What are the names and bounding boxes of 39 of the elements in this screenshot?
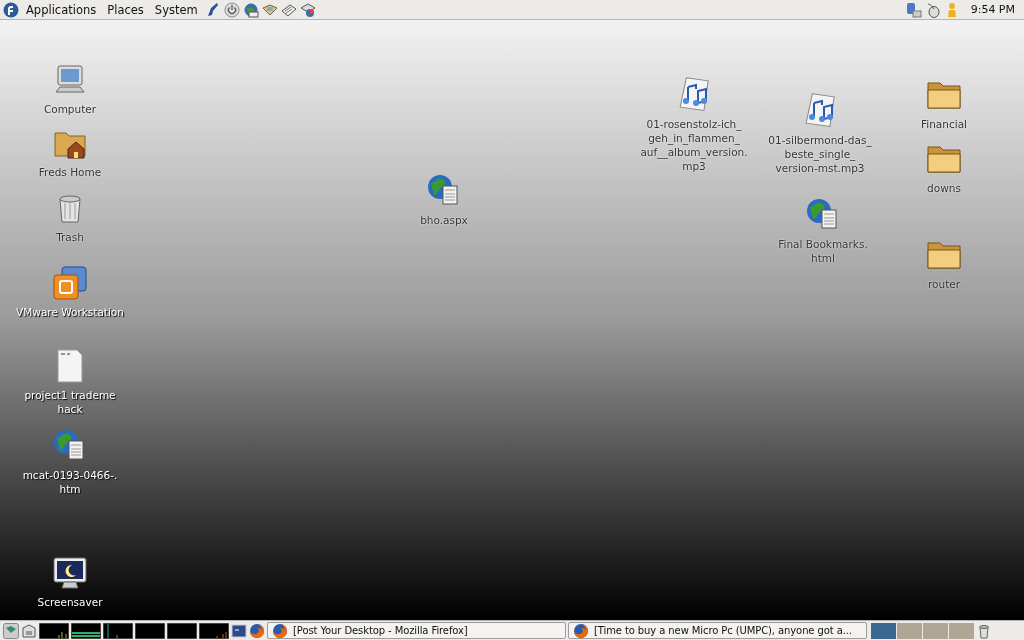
overlapping-squares-icon[interactable]	[52, 265, 88, 301]
trash-icon[interactable]	[976, 622, 992, 639]
icon-label[interactable]: 01-silbermond-das_ beste_single_ version-mst.mp3	[768, 133, 872, 175]
icon-label[interactable]: Screensaver	[37, 595, 103, 609]
system-monitor-graph[interactable]	[71, 622, 101, 639]
icon-label[interactable]: Computer	[43, 102, 97, 116]
power-icon[interactable]	[223, 1, 240, 18]
system-monitor-graph[interactable]	[39, 622, 69, 639]
system-monitor-graph[interactable]	[199, 622, 229, 639]
firefox-icon	[573, 622, 589, 639]
icon-label[interactable]: bho.aspx	[420, 213, 468, 227]
workspace[interactable]	[871, 622, 896, 639]
icon-label[interactable]: Final Bookmarks. html	[778, 237, 868, 265]
logo-icon[interactable]	[3, 1, 19, 18]
icon-label[interactable]: Freds Home	[38, 165, 102, 179]
system-monitor-graph[interactable]	[103, 622, 133, 639]
icon-label[interactable]: mcat-0193-0466-. htm	[22, 468, 118, 496]
taskbar-button[interactable]: [Post Your Desktop - Mozilla Firefox]	[267, 622, 566, 639]
music-file-icon[interactable]	[802, 93, 838, 129]
firefox-icon[interactable]	[249, 622, 265, 639]
menu-item[interactable]: Applications	[22, 2, 101, 17]
globe-icon[interactable]	[242, 1, 259, 18]
icon-label[interactable]: router	[927, 277, 961, 291]
music-file-icon[interactable]	[676, 77, 712, 113]
show-desktop-icon[interactable]	[3, 622, 19, 639]
system-monitor-graph[interactable]	[167, 622, 197, 639]
firefox-icon	[272, 622, 288, 639]
terminal-icon[interactable]	[231, 622, 247, 639]
taskbar-button[interactable]: [Time to buy a new Micro Pc (UMPC), anyone got a...	[568, 622, 867, 639]
menu-item[interactable]: System	[150, 2, 202, 17]
icon-label[interactable]: project1 trademe hack	[24, 388, 116, 416]
clock[interactable]: 9:54 PM	[962, 3, 1021, 16]
icon-label[interactable]: Trash	[56, 230, 84, 244]
icon-label[interactable]: downs	[927, 181, 961, 195]
icon-label[interactable]: Financial	[921, 117, 967, 131]
menu-item[interactable]: Places	[103, 2, 148, 17]
icon-label[interactable]: 01-rosenstolz-ich_ geh_in_flammen_ auf__album_version. mp3	[640, 117, 748, 173]
monitor-moon-icon[interactable]	[52, 555, 88, 591]
system-monitor-graph[interactable]	[135, 622, 165, 639]
